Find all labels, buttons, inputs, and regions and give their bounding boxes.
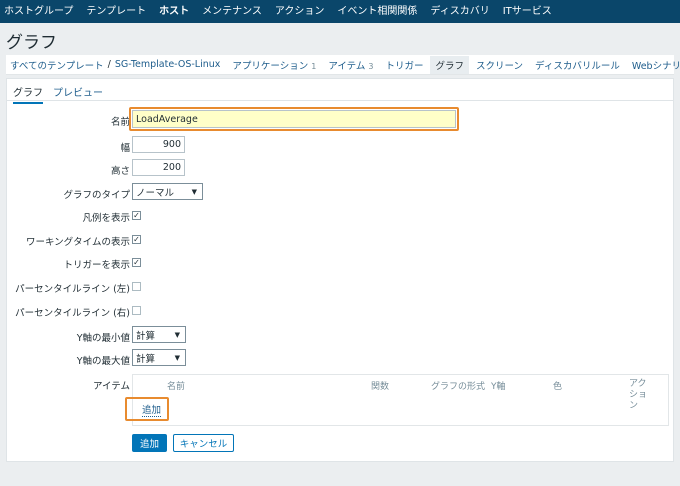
nav-maintenance[interactable]: メンテナンス	[202, 0, 262, 23]
breadcrumb-discovery-rules[interactable]: ディスカバリルール	[535, 58, 620, 72]
percentile-left-checkbox[interactable]	[132, 282, 141, 291]
ymax-value: 計算	[136, 353, 156, 365]
nav-event-correlation[interactable]: イベント相関関係	[337, 0, 417, 23]
name-input[interactable]	[132, 110, 456, 128]
name-label: 名前	[110, 117, 130, 128]
breadcrumb-all-templates[interactable]: すべてのテンプレート	[10, 58, 104, 72]
breadcrumb-web-scenarios[interactable]: Webシナリオ	[632, 58, 680, 72]
ymax-label: Y軸の最大値	[76, 356, 130, 367]
show-legend-label: 凡例を表示	[82, 213, 130, 224]
percentile-right-checkbox[interactable]	[132, 306, 141, 315]
add-item-link[interactable]: 追加	[142, 405, 162, 417]
dropdown-arrow-icon: ▼	[191, 187, 197, 196]
graph-form-panel: グラフ プレビュー 名前 幅 高さ グラフのタイプ ノーマル ▼ 凡例を表示 ✓…	[6, 78, 674, 462]
dropdown-arrow-icon: ▼	[174, 330, 180, 339]
breadcrumb-graphs[interactable]: グラフ	[430, 55, 469, 74]
breadcrumb-screens[interactable]: スクリーン	[476, 58, 523, 72]
checkmark-icon: ✓	[133, 234, 140, 244]
top-navigation: ホストグループ テンプレート ホスト メンテナンス アクション イベント相関関係…	[0, 0, 680, 23]
percentile-right-label: パーセンタイルライン (右)	[15, 308, 130, 319]
breadcrumb-triggers[interactable]: トリガー	[385, 58, 423, 72]
breadcrumb-applications-count: 1	[311, 61, 317, 71]
percentile-left-label: パーセンタイルライン (左)	[15, 284, 130, 295]
col-header-action: アクション	[629, 379, 648, 411]
show-working-time-checkbox[interactable]: ✓	[132, 235, 141, 244]
tab-preview[interactable]: プレビュー	[53, 84, 103, 99]
breadcrumb-separator: /	[107, 59, 111, 70]
graph-type-value: ノーマル	[136, 187, 175, 199]
col-header-color: 色	[553, 382, 563, 392]
breadcrumb-applications-label: アプリケーション	[232, 60, 309, 72]
dropdown-arrow-icon: ▼	[174, 353, 180, 362]
cancel-button[interactable]: キャンセル	[173, 434, 234, 452]
nav-it-services[interactable]: ITサービス	[503, 0, 552, 23]
width-input[interactable]	[132, 136, 185, 153]
height-input[interactable]	[132, 159, 185, 176]
col-header-function: 関数	[371, 382, 390, 392]
nav-templates[interactable]: テンプレート	[86, 0, 146, 23]
show-working-time-label: ワーキングタイムの表示	[25, 237, 130, 248]
breadcrumb-items[interactable]: アイテム 3	[328, 58, 373, 72]
breadcrumb-items-count: 3	[368, 61, 374, 71]
breadcrumb-applications[interactable]: アプリケーション 1	[232, 58, 316, 72]
nav-actions[interactable]: アクション	[275, 0, 325, 23]
ymin-select[interactable]: 計算 ▼	[132, 326, 186, 343]
checkmark-icon: ✓	[133, 257, 140, 267]
nav-hosts[interactable]: ホスト	[159, 0, 189, 23]
breadcrumb-items-label: アイテム	[328, 60, 366, 72]
col-header-y-axis: Y軸	[491, 382, 506, 392]
form-tabs: グラフ プレビュー	[7, 79, 673, 104]
items-table: 名前 関数 グラフの形式 Y軸 色 アクション 追加	[132, 374, 669, 426]
width-label: 幅	[120, 143, 130, 154]
checkmark-icon: ✓	[133, 210, 140, 220]
breadcrumb: すべてのテンプレート / SG-Template-OS-Linux アプリケーシ…	[6, 55, 680, 75]
height-label: 高さ	[110, 166, 130, 177]
nav-discovery[interactable]: ディスカバリ	[430, 0, 489, 23]
add-button[interactable]: 追加	[132, 434, 167, 452]
page-title: グラフ	[6, 33, 57, 53]
col-header-name: 名前	[167, 382, 186, 392]
breadcrumb-template[interactable]: SG-Template-OS-Linux	[115, 59, 221, 70]
tab-graph[interactable]: グラフ	[13, 84, 43, 104]
nav-host-groups[interactable]: ホストグループ	[4, 0, 73, 23]
graph-type-label: グラフのタイプ	[63, 190, 130, 201]
ymin-label: Y軸の最小値	[76, 333, 130, 344]
ymin-value: 計算	[136, 330, 156, 342]
graph-type-select[interactable]: ノーマル ▼	[132, 183, 203, 200]
show-legend-checkbox[interactable]: ✓	[132, 211, 141, 220]
ymax-select[interactable]: 計算 ▼	[132, 349, 186, 366]
show-triggers-checkbox[interactable]: ✓	[132, 258, 141, 267]
col-header-draw-style: グラフの形式	[431, 382, 486, 392]
show-triggers-label: トリガーを表示	[63, 260, 130, 271]
items-label: アイテム	[92, 381, 130, 392]
